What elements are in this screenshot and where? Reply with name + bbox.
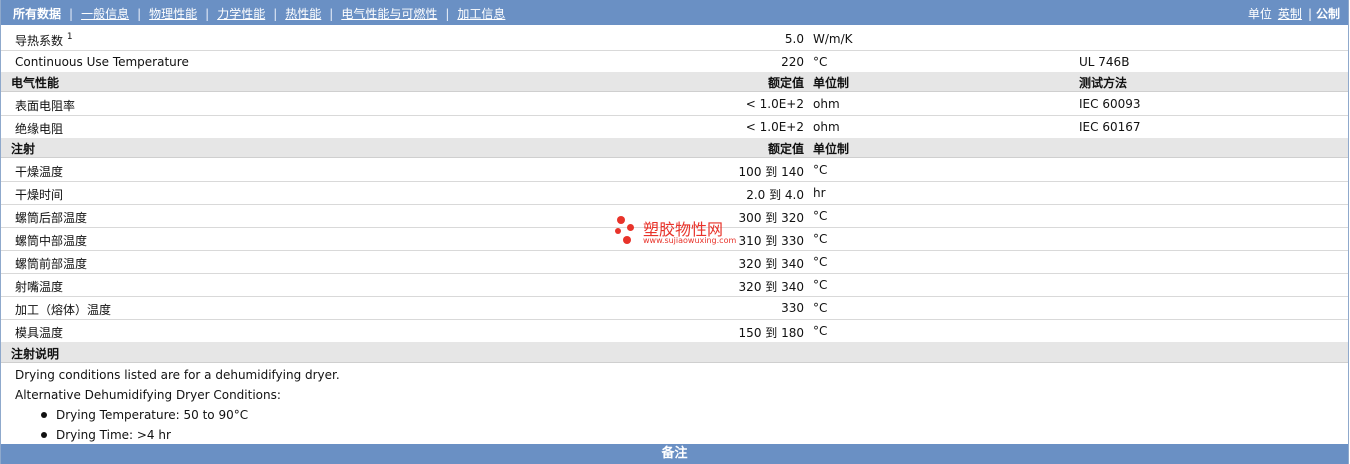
note-bullet: Drying Time: >4 hr — [56, 428, 171, 442]
property-name: 绝缘电阻 — [15, 122, 64, 136]
watermark-logo: 塑胶物性网 www.sujiaowuxing.com — [613, 214, 743, 248]
property-value: 220 — [781, 55, 804, 69]
property-name: 加工（熔体）温度 — [15, 303, 112, 317]
bullet-dot-icon — [41, 412, 47, 418]
tab-thermal[interactable]: 热性能 — [285, 5, 321, 22]
test-method: IEC 60167 — [1079, 120, 1141, 134]
property-name: 模具温度 — [15, 326, 64, 340]
unit-english-link[interactable]: 英制 — [1278, 5, 1302, 22]
property-row-continuous-use-temp: Continuous Use Temperature 220 °C UL 746… — [1, 50, 1348, 74]
logo-dot-icon — [617, 216, 625, 224]
column-header-unit: 单位制 — [813, 142, 850, 156]
column-header-test: 测试方法 — [1079, 76, 1128, 90]
logo-dot-icon — [627, 224, 634, 231]
note-bullet: Drying Temperature: 50 to 90°C — [56, 408, 249, 422]
property-value: 330 — [781, 301, 804, 315]
section-header-electrical: 电气性能 额定值 单位制 测试方法 — [1, 72, 1348, 92]
footnote-marker[interactable]: 1 — [67, 32, 73, 42]
property-value: 310 到 330 — [738, 234, 804, 248]
tab-separator: | — [137, 6, 142, 21]
property-value: 150 到 180 — [738, 326, 804, 340]
property-name: 射嘴温度 — [15, 280, 64, 294]
property-unit: °C — [813, 278, 828, 292]
property-unit: °C — [813, 301, 828, 315]
property-name: 螺筒后部温度 — [15, 211, 88, 225]
unit-metric-link[interactable]: 公制 — [1316, 5, 1340, 22]
logo-dot-icon — [623, 236, 631, 244]
property-value: 320 到 340 — [738, 280, 804, 294]
property-value: 100 到 140 — [738, 165, 804, 179]
tab-mechanical[interactable]: 力学性能 — [217, 5, 265, 22]
section-tabs: 所有数据 | 一般信息 | 物理性能 | 力学性能 | 热性能 | 电气性能与可… — [13, 5, 505, 22]
property-row-melt-temp: 加工（熔体）温度 330 °C — [1, 296, 1348, 320]
tab-electrical-flammability[interactable]: 电气性能与可燃性 — [341, 5, 437, 22]
property-unit: hr — [813, 186, 826, 200]
logo-dot-icon — [615, 228, 621, 234]
tab-separator: | — [329, 6, 334, 21]
property-row-insulation-resistance: 绝缘电阻 < 1.0E+2 ohm IEC 60167 — [1, 115, 1348, 139]
tab-separator: | — [69, 6, 74, 21]
property-unit: °C — [813, 209, 828, 223]
tab-general-info[interactable]: 一般信息 — [81, 5, 129, 22]
property-unit: °C — [813, 163, 828, 177]
column-header-value: 额定值 — [767, 76, 804, 90]
property-row-drying-time: 干燥时间 2.0 到 4.0 hr — [1, 181, 1348, 205]
property-value: 2.0 到 4.0 — [746, 188, 804, 202]
property-value: 5.0 — [784, 32, 804, 46]
property-row-mold-temp: 模具温度 150 到 180 °C — [1, 319, 1348, 343]
unit-separator: | — [1307, 6, 1312, 21]
property-row-thermal-conductivity: 导热系数 1 5.0 W/m/K — [1, 27, 1348, 51]
column-header-value: 额定值 — [767, 142, 804, 156]
column-header-unit: 单位制 — [813, 76, 850, 90]
section-header-injection: 注射 额定值 单位制 — [1, 138, 1348, 158]
property-name: 螺筒中部温度 — [15, 234, 88, 248]
property-name: 干燥温度 — [15, 165, 64, 179]
property-unit: W/m/K — [813, 32, 853, 46]
property-unit: °C — [813, 232, 828, 246]
property-unit: ohm — [813, 120, 840, 134]
tab-separator: | — [445, 6, 450, 21]
property-unit: ohm — [813, 97, 840, 111]
property-name: 表面电阻率 — [15, 99, 76, 113]
property-unit: °C — [813, 55, 828, 69]
top-navigation-bar: 所有数据 | 一般信息 | 物理性能 | 力学性能 | 热性能 | 电气性能与可… — [1, 0, 1348, 25]
test-method: UL 746B — [1079, 55, 1130, 69]
property-value: < 1.0E+2 — [745, 97, 804, 111]
property-row-drying-temp: 干燥温度 100 到 140 °C — [1, 158, 1348, 182]
tab-all-data[interactable]: 所有数据 — [13, 5, 61, 22]
property-row-front-barrel-temp: 螺筒前部温度 320 到 340 °C — [1, 250, 1348, 274]
note-line: Alternative Dehumidifying Dryer Conditio… — [15, 388, 281, 402]
injection-notes-body: Drying conditions listed are for a dehum… — [1, 364, 1348, 444]
property-row-surface-resistivity: 表面电阻率 < 1.0E+2 ohm IEC 60093 — [1, 92, 1348, 116]
remarks-header-bar: 备注 — [1, 444, 1348, 464]
section-title: 注射说明 — [11, 347, 60, 361]
property-value: 320 到 340 — [738, 257, 804, 271]
property-unit: °C — [813, 324, 828, 338]
property-name: 干燥时间 — [15, 188, 64, 202]
test-method: IEC 60093 — [1079, 97, 1141, 111]
property-value: 300 到 320 — [738, 211, 804, 225]
section-title: 电气性能 — [11, 76, 60, 90]
property-value: < 1.0E+2 — [745, 120, 804, 134]
property-row-nozzle-temp: 射嘴温度 320 到 340 °C — [1, 273, 1348, 297]
watermark-url: www.sujiaowuxing.com — [643, 236, 737, 245]
property-name: 螺筒前部温度 — [15, 257, 88, 271]
property-unit: °C — [813, 255, 828, 269]
units-label: 单位 — [1247, 7, 1272, 21]
section-header-injection-notes: 注射说明 — [1, 342, 1348, 363]
tab-separator: | — [205, 6, 210, 21]
tab-processing[interactable]: 加工信息 — [457, 5, 505, 22]
property-name: 导热系数 1 — [15, 32, 73, 48]
tab-physical[interactable]: 物理性能 — [149, 5, 197, 22]
unit-switcher: 单位 英制 | 公制 — [1248, 5, 1340, 22]
datasheet-frame: 所有数据 | 一般信息 | 物理性能 | 力学性能 | 热性能 | 电气性能与可… — [0, 0, 1349, 464]
note-line: Drying conditions listed are for a dehum… — [15, 368, 340, 382]
property-name: Continuous Use Temperature — [15, 55, 189, 69]
bullet-dot-icon — [41, 432, 47, 438]
section-title: 注射 — [11, 142, 36, 156]
tab-separator: | — [273, 6, 278, 21]
